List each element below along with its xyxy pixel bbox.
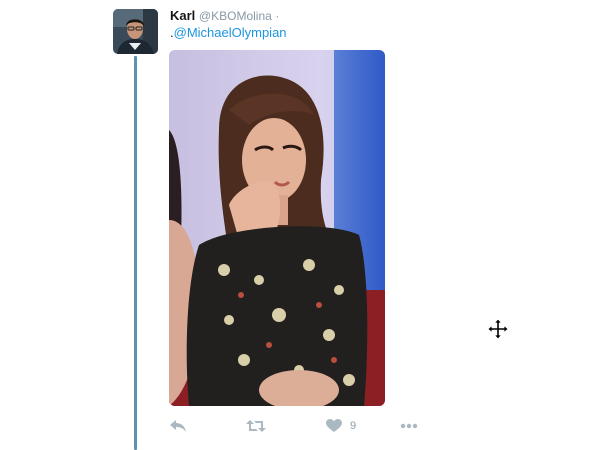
thread-line	[134, 56, 137, 450]
more-button[interactable]	[400, 415, 418, 437]
display-name[interactable]: Karl	[170, 8, 195, 23]
tweet-actions: 9	[169, 415, 429, 437]
avatar[interactable]	[113, 9, 158, 54]
separator-dot: ·	[275, 9, 280, 23]
user-handle[interactable]: @KBOMolina	[199, 9, 272, 23]
retweet-icon	[246, 419, 266, 433]
heart-icon	[326, 419, 342, 433]
tweet-header: Karl @KBOMolina ·	[170, 8, 279, 24]
retweet-button[interactable]	[246, 415, 266, 437]
reply-button[interactable]	[169, 415, 187, 437]
more-dots-icon	[400, 423, 418, 429]
move-cursor-icon	[487, 318, 509, 340]
like-count: 9	[350, 420, 357, 432]
tweet-text: .@MichaelOlympian	[170, 25, 287, 41]
reply-icon	[169, 419, 187, 433]
tweet: Karl @KBOMolina · .@MichaelOlympian 9	[0, 0, 600, 450]
mention-link[interactable]: @MichaelOlympian	[174, 25, 287, 40]
tweet-media[interactable]	[169, 50, 385, 406]
like-button[interactable]: 9	[326, 415, 356, 437]
